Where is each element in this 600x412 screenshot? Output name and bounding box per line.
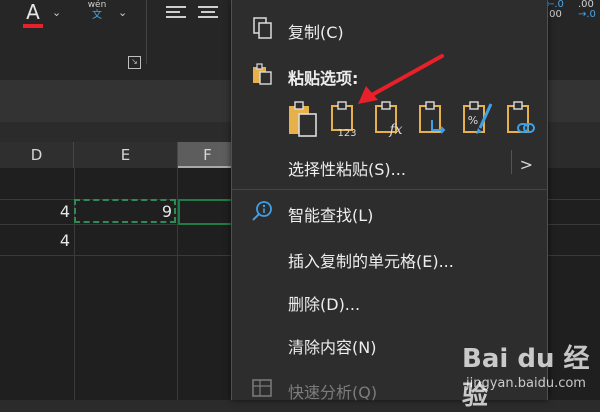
menu-item-copy[interactable]: 复制(C) xyxy=(232,8,547,48)
cell-d-value[interactable]: 4 xyxy=(0,202,70,221)
paste-formulas-caption: fx xyxy=(388,122,402,138)
paste-icon[interactable] xyxy=(285,98,319,138)
font-color-label: A xyxy=(26,0,40,24)
menu-item-smart-lookup-label: 智能查找(L) xyxy=(288,206,374,225)
annotation-arrow xyxy=(358,54,444,104)
menu-item-clear-contents-label: 清除内容(N) xyxy=(288,338,377,357)
paste-formatting-icon[interactable]: % xyxy=(460,98,494,138)
watermark-logo: Bai du 经验 xyxy=(462,344,590,411)
font-color-button[interactable]: A xyxy=(20,0,46,28)
column-header-e[interactable]: E xyxy=(74,142,178,168)
menu-item-delete[interactable]: 删除(D)... xyxy=(232,280,547,320)
align-center-icon[interactable] xyxy=(198,4,218,22)
phonetic-char: 文 xyxy=(92,10,102,21)
increase-decimal-button[interactable]: ←.0 .00 xyxy=(546,0,564,20)
menu-item-insert-copied-cells-label: 插入复制的单元格(E)... xyxy=(288,252,454,271)
column-header-d[interactable]: D xyxy=(0,142,74,168)
phonetic-guide-button[interactable]: wén 文 xyxy=(86,0,108,22)
paste-options-icon xyxy=(253,63,272,85)
cell-d2-value[interactable]: 4 xyxy=(0,231,70,250)
menu-divider xyxy=(232,189,547,190)
smart-lookup-icon xyxy=(252,201,272,221)
menu-item-smart-lookup[interactable]: 智能查找(L) xyxy=(232,191,547,231)
ribbon-separator xyxy=(146,0,147,64)
menu-item-delete-label: 删除(D)... xyxy=(288,295,361,314)
paste-formatting-caption: % xyxy=(468,114,478,127)
align-left-icon[interactable] xyxy=(166,4,186,22)
phonetic-dropdown-icon[interactable]: ⌄ xyxy=(118,6,127,19)
chevron-right-icon: > xyxy=(519,155,533,174)
menu-item-quick-analysis-label: 快速分析(Q) xyxy=(288,383,378,402)
watermark-url: jingyan.baidu.com xyxy=(466,376,586,391)
copy-marquee xyxy=(74,199,176,223)
column-header-f[interactable]: F xyxy=(178,142,238,168)
quick-analysis-icon xyxy=(252,379,272,397)
baidu-watermark: Bai du 经验 jingyan.baidu.com xyxy=(450,336,600,411)
copy-icon xyxy=(253,17,272,39)
menu-item-copy-label: 复制(C) xyxy=(288,23,344,42)
paste-link-icon[interactable] xyxy=(504,98,538,138)
decrease-decimal-bottom: →.0 xyxy=(578,9,596,20)
paste-values-caption: 123 xyxy=(337,128,356,138)
font-color-swatch xyxy=(23,24,43,28)
font-color-dropdown-icon[interactable]: ⌄ xyxy=(52,6,61,19)
menu-item-paste-special[interactable]: 选择性粘贴(S)... > xyxy=(232,145,547,185)
menu-item-insert-copied-cells[interactable]: 插入复制的单元格(E)... xyxy=(232,237,547,277)
phonetic-pinyin: wén xyxy=(87,0,107,10)
decrease-decimal-button[interactable]: .00 →.0 xyxy=(578,0,596,20)
menu-item-paste-special-label: 选择性粘贴(S)... xyxy=(288,160,406,179)
font-dialog-launcher-icon[interactable]: ↘ xyxy=(128,56,141,69)
increase-decimal-bottom: .00 xyxy=(546,9,562,20)
submenu-separator xyxy=(511,150,512,174)
